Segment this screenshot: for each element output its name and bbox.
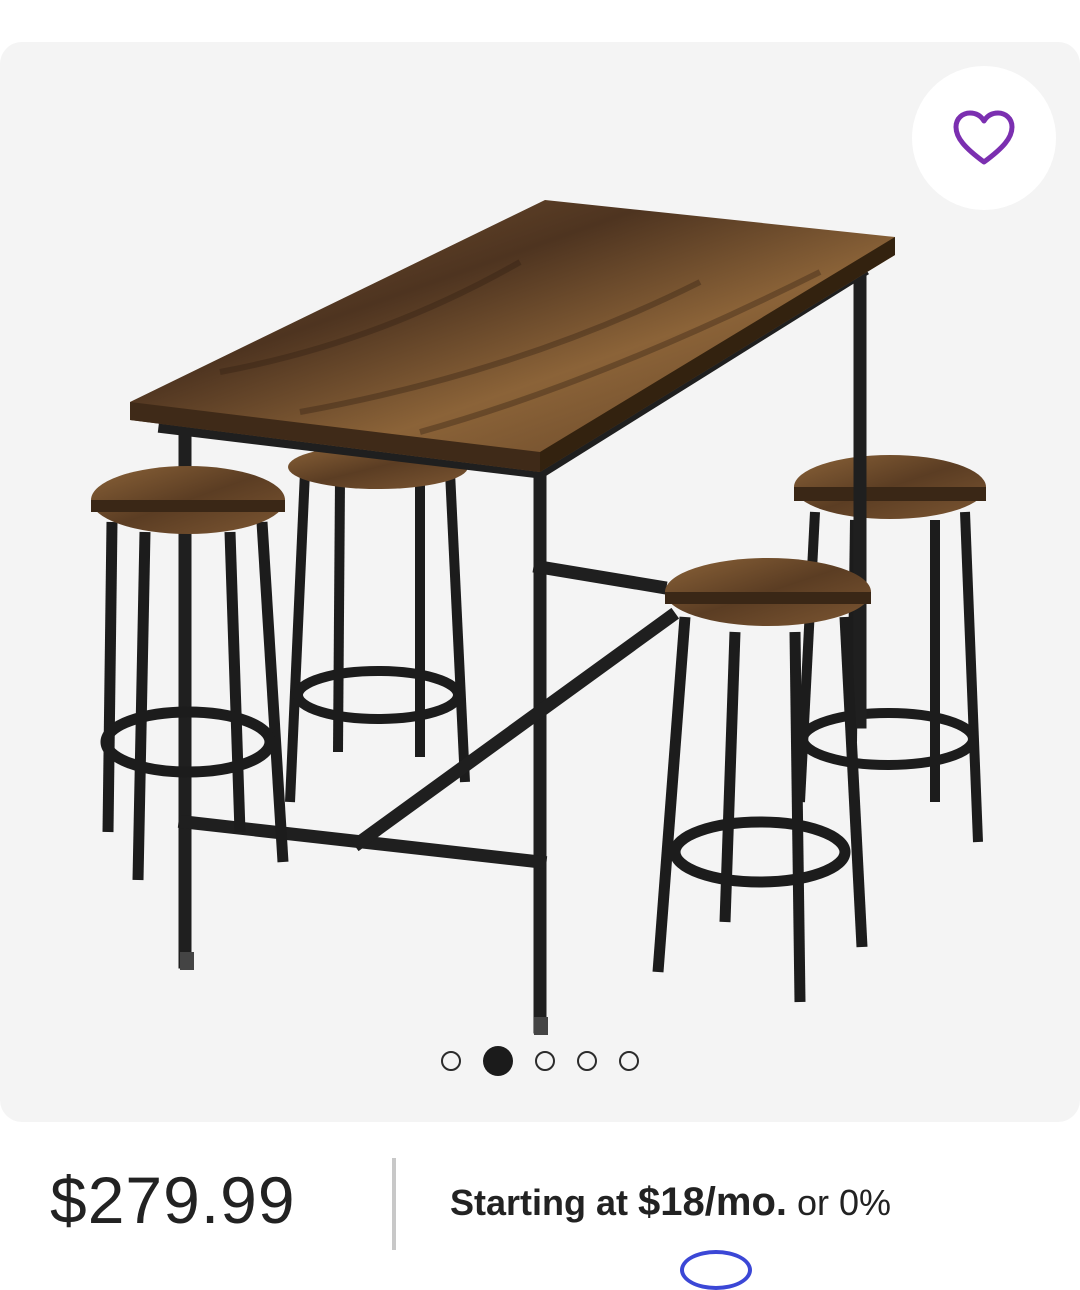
- financing-amount: $18/mo.: [638, 1180, 787, 1224]
- product-image[interactable]: [0, 42, 1080, 1122]
- carousel-dot-4[interactable]: [577, 1051, 597, 1071]
- financing-lead: Starting at: [450, 1182, 629, 1223]
- partial-circle-icon: [680, 1250, 752, 1290]
- carousel-dot-1[interactable]: [441, 1051, 461, 1071]
- financing-offer[interactable]: Starting at $18/mo. or 0%: [450, 1180, 891, 1225]
- financing-rest: or 0%: [797, 1182, 892, 1223]
- heart-icon: [953, 110, 1015, 165]
- stool-back-right: [795, 511, 983, 843]
- favorite-button[interactable]: [912, 66, 1056, 210]
- carousel-dots: [0, 1046, 1080, 1076]
- price-row: $279.99 Starting at $18/mo. or 0%: [0, 1150, 1080, 1260]
- product-price: $279.99: [50, 1163, 296, 1237]
- price-divider: [392, 1158, 396, 1250]
- stool-back-left: [285, 471, 470, 803]
- product-image-card[interactable]: [0, 42, 1080, 1122]
- stool-front-right: [652, 616, 868, 1003]
- carousel-dot-3[interactable]: [535, 1051, 555, 1071]
- carousel-dot-5[interactable]: [619, 1051, 639, 1071]
- carousel-dot-2[interactable]: [483, 1046, 513, 1076]
